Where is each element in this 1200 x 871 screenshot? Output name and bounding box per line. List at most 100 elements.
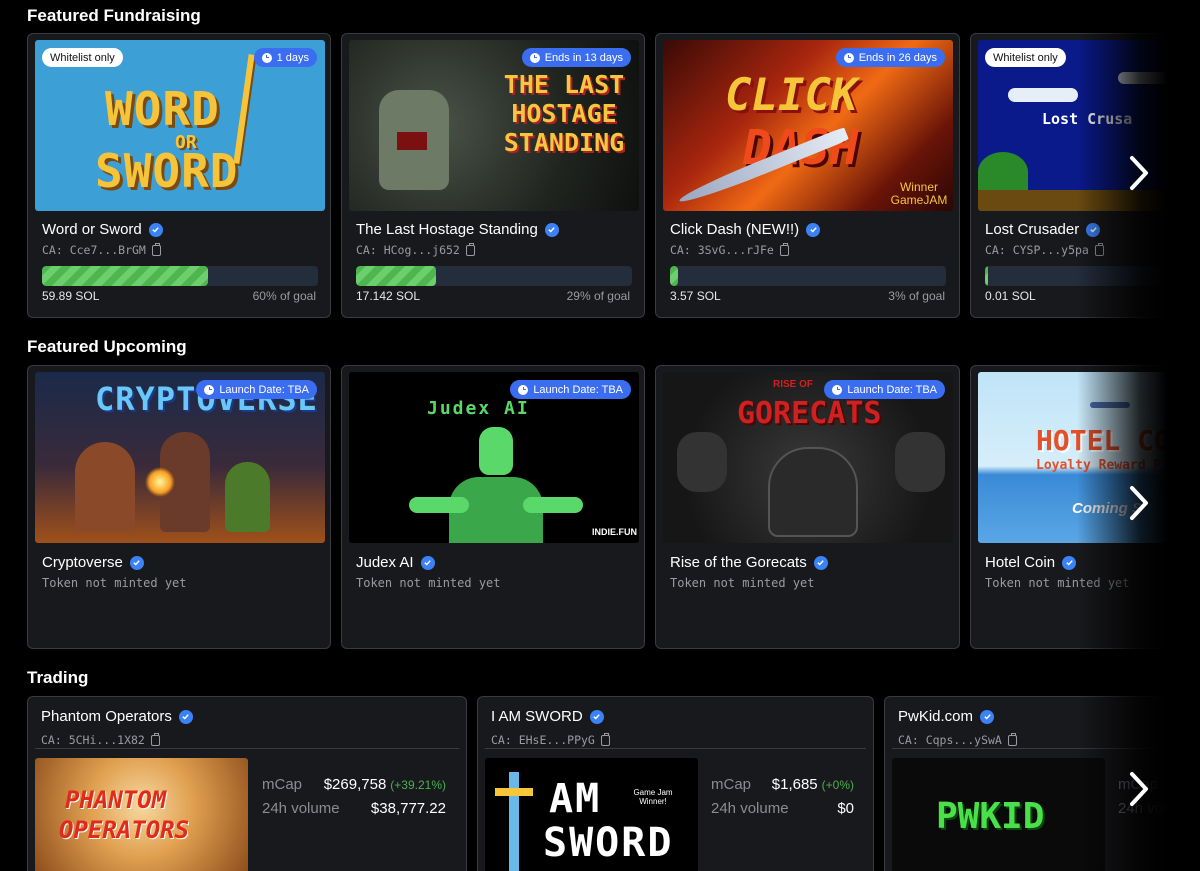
copy-icon[interactable] — [151, 242, 161, 256]
art-subtitle: RISE OF — [773, 379, 814, 390]
volume-value: $0 — [837, 800, 854, 817]
verified-check-icon — [813, 555, 828, 570]
project-name[interactable]: Judex AI — [356, 554, 435, 571]
sword-art — [233, 54, 255, 164]
cat-art — [895, 432, 945, 492]
progress-bar — [670, 266, 946, 286]
art-title: AM — [549, 776, 602, 822]
project-name[interactable]: Click Dash (NEW!!) — [670, 221, 821, 238]
section-title-upcoming: Featured Upcoming — [27, 337, 187, 356]
thumbnail-word-or-sword: WORD OR SWORD Whitelist only 1 days — [35, 40, 325, 211]
mcap-change: (+0%) — [821, 778, 854, 792]
progress-bar — [42, 266, 318, 286]
sword-guard-art — [495, 788, 533, 796]
clock-icon — [843, 52, 854, 63]
robot-hand-art — [409, 497, 469, 513]
art-title: SWORD — [95, 144, 239, 198]
sword-art — [509, 772, 519, 871]
verified-check-icon — [1086, 222, 1101, 237]
upcoming-row: CRYPTOVERSE Launch Date: TBA Cryptoverse… — [27, 365, 1167, 650]
token-status: Token not minted yet — [42, 576, 187, 590]
copy-icon[interactable] — [779, 242, 789, 256]
cloud-art — [1118, 72, 1167, 84]
verified-check-icon — [178, 709, 193, 724]
verified-check-icon — [1062, 555, 1077, 570]
chevron-right-icon — [1130, 156, 1148, 190]
zombie-mouth-art — [397, 132, 427, 150]
verified-check-icon — [589, 709, 604, 724]
tree-art — [978, 152, 1028, 192]
copy-icon[interactable] — [1007, 732, 1017, 746]
copy-icon[interactable] — [465, 242, 475, 256]
thumbnail-last-hostage: THE LAST HOSTAGE STANDING Ends in 13 days — [349, 40, 639, 211]
trading-card-phantom-operators[interactable]: Phantom Operators CA: 5CHi...1X82 PHANTO… — [27, 696, 467, 871]
project-name[interactable]: PwKid.com — [898, 708, 995, 725]
project-name[interactable]: Hotel Coin — [985, 554, 1077, 571]
chevron-right-icon — [1130, 772, 1148, 806]
copy-icon[interactable] — [1094, 242, 1104, 256]
contract-address: CA: CYSP...y5pa — [985, 242, 1104, 257]
mcap-label: mCap — [711, 776, 752, 793]
clock-icon — [518, 384, 529, 395]
mcap-value: $269,758 (+39.21%) — [323, 776, 446, 793]
project-name[interactable]: Rise of the Gorecats — [670, 554, 828, 571]
launch-date-badge: Launch Date: TBA — [510, 380, 631, 399]
launch-date-badge: Launch Date: TBA — [824, 380, 945, 399]
art-title: PHANTOM — [65, 786, 167, 814]
upcoming-card-cryptoverse[interactable]: CRYPTOVERSE Launch Date: TBA Cryptoverse… — [27, 365, 331, 649]
fundraising-card-last-hostage[interactable]: THE LAST HOSTAGE STANDING Ends in 13 days … — [341, 33, 645, 318]
verified-check-icon — [980, 709, 995, 724]
upcoming-card-judex-ai[interactable]: Judex AI INDIE.FUN Launch Date: TBA Jude… — [341, 365, 645, 649]
verified-check-icon — [420, 555, 435, 570]
copy-icon[interactable] — [150, 732, 160, 746]
verified-check-icon — [129, 555, 144, 570]
raised-amount: 17.142 SOL — [356, 289, 421, 303]
copy-icon[interactable] — [600, 732, 610, 746]
fundraising-card-word-or-sword[interactable]: WORD OR SWORD Whitelist only 1 days Word… — [27, 33, 331, 318]
goal-percent: 60% of goal — [252, 289, 316, 303]
contract-address: CA: Cce7...BrGM — [42, 242, 161, 257]
time-badge: 1 days — [253, 48, 317, 67]
fundraising-card-click-dash[interactable]: CLICK DASH Winner GameJAM Ends in 26 day… — [655, 33, 960, 318]
art-title: OPERATORS — [59, 816, 190, 844]
goal-percent: 3% of goal — [888, 289, 945, 303]
project-name[interactable]: I AM SWORD — [491, 708, 604, 725]
thumbnail-pwkid: PWKID — [892, 758, 1105, 871]
raised-amount: 0.01 SOL — [985, 289, 1036, 303]
thumbnail-phantom-operators: PHANTOM OPERATORS — [35, 758, 248, 871]
cat-art — [768, 447, 858, 537]
time-badge: Ends in 13 days — [521, 48, 631, 67]
project-name[interactable]: Cryptoverse — [42, 554, 144, 571]
next-fundraising-button[interactable] — [1124, 153, 1154, 193]
goal-percent: 29% of goal — [566, 289, 630, 303]
thumbnail-gorecats: RISE OF GORECATS Launch Date: TBA — [663, 372, 953, 543]
watermark-text: INDIE.FUN — [592, 527, 637, 537]
trading-card-i-am-sword[interactable]: I AM SWORD CA: EHsE...PPyG AM SWORD Game… — [477, 696, 874, 871]
section-title-trading: Trading — [27, 668, 89, 687]
art-subtitle: Loyalty Reward P — [1036, 458, 1162, 473]
section-title-fundraising: Featured Fundraising — [27, 6, 201, 25]
verified-check-icon — [806, 222, 821, 237]
clock-icon — [832, 384, 843, 395]
art-title: HOTEL CO — [1036, 424, 1167, 457]
verified-check-icon — [148, 222, 163, 237]
next-upcoming-button[interactable] — [1124, 483, 1154, 523]
upcoming-card-gorecats[interactable]: RISE OF GORECATS Launch Date: TBA Rise o… — [655, 365, 960, 649]
art-title: PWKID — [936, 796, 1045, 837]
next-trading-button[interactable] — [1124, 769, 1154, 809]
progress-bar — [985, 266, 1167, 286]
clock-icon — [529, 52, 540, 63]
winner-label: Game Jam Winner! — [633, 788, 673, 806]
project-name[interactable]: Word or Sword — [42, 221, 163, 238]
divider — [892, 748, 1167, 749]
token-status: Token not minted yet — [356, 576, 501, 590]
thumbnail-cryptoverse: CRYPTOVERSE Launch Date: TBA — [35, 372, 325, 543]
thumbnail-click-dash: CLICK DASH Winner GameJAM Ends in 26 day… — [663, 40, 953, 211]
volume-label: 24h volume — [262, 800, 340, 817]
project-name[interactable]: Phantom Operators — [41, 708, 193, 725]
project-name[interactable]: Lost Crusader — [985, 221, 1101, 238]
whitelist-badge: Whitelist only — [42, 48, 123, 67]
project-name[interactable]: The Last Hostage Standing — [356, 221, 559, 238]
contract-address: CA: 3SvG...rJFe — [670, 242, 789, 257]
robot-hand-art — [523, 497, 583, 513]
